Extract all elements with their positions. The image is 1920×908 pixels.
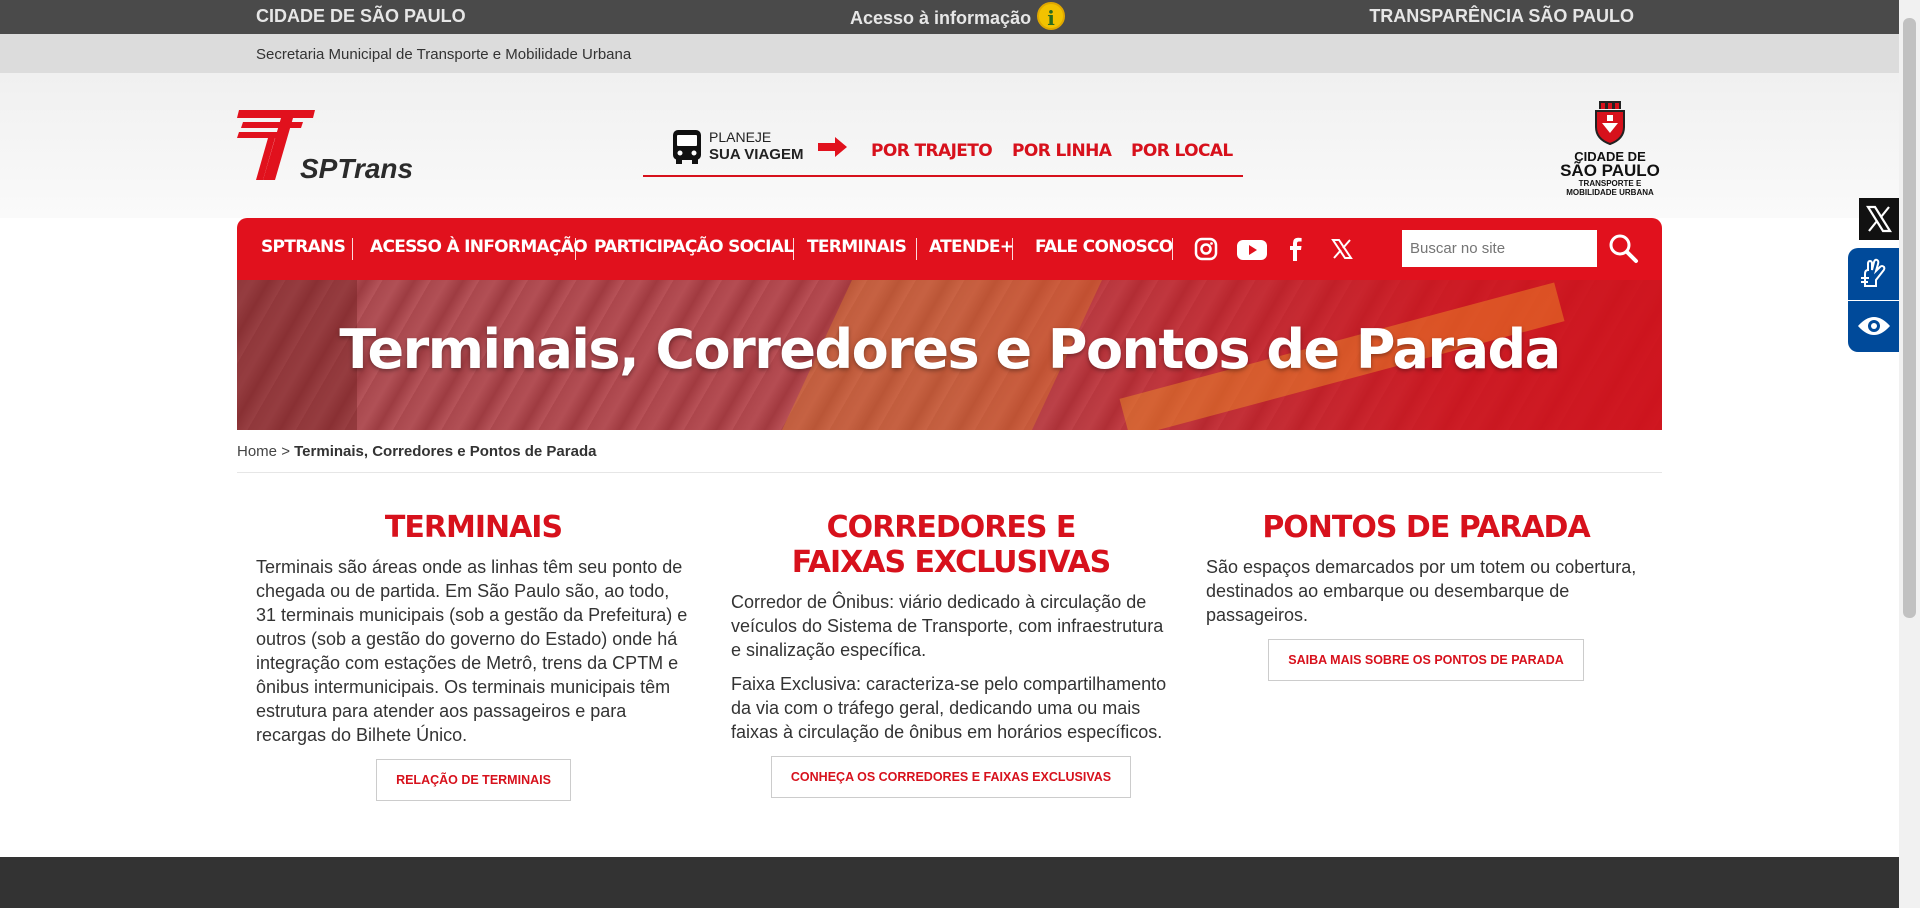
- cidade-sp-link[interactable]: CIDADE DE SÃO PAULO: [256, 6, 466, 27]
- breadcrumb-current: Terminais, Corredores e Pontos de Parada: [294, 443, 597, 460]
- secretaria-label: Secretaria Municipal de Transporte e Mob…: [256, 46, 632, 63]
- breadcrumb-home[interactable]: Home: [237, 443, 277, 460]
- por-linha-link[interactable]: POR LINHA: [1012, 141, 1112, 161]
- x-close-button[interactable]: [1859, 198, 1899, 240]
- page-banner: Terminais, Corredores e Pontos de Parada: [237, 280, 1662, 430]
- acesso-informacao-link[interactable]: Acesso à informação i: [850, 2, 1066, 30]
- crest-line3: TRANSPORTE E: [1578, 179, 1642, 188]
- sign-language-icon[interactable]: [1859, 258, 1889, 290]
- main-nav: SPTRANS ACESSO À INFORMAÇÃO PARTICIPAÇÃO…: [237, 218, 1662, 280]
- nav-separator: [575, 238, 576, 260]
- prefeitura-logo[interactable]: CIDADE DE SÃO PAULO TRANSPORTE E MOBILID…: [1555, 101, 1665, 197]
- breadcrumb-separator: >: [281, 443, 290, 460]
- pontos-parada-button[interactable]: SAIBA MAIS SOBRE OS PONTOS DE PARADA: [1268, 639, 1584, 681]
- button-wrap: CONHEÇA OS CORREDORES E FAIXAS EXCLUSIVA…: [731, 756, 1171, 798]
- section-title: TERMINAIS: [384, 510, 563, 545]
- accessibility-panel: [1848, 248, 1899, 352]
- bus-icon: [673, 130, 701, 164]
- facebook-icon[interactable]: [1282, 236, 1310, 262]
- corredores-button[interactable]: CONHEÇA OS CORREDORES E FAIXAS EXCLUSIVA…: [770, 756, 1132, 798]
- nav-item-participacao-social[interactable]: PARTICIPAÇÃO SOCIAL: [594, 237, 794, 257]
- section-text: Corredor de Ônibus: viário dedicado à ci…: [731, 592, 1164, 660]
- header: SPTrans PLANEJE SUA VIAGEM POR TRAJETO P…: [0, 73, 1899, 218]
- button-wrap: RELAÇÃO DE TERMINAIS: [256, 759, 691, 801]
- secretaria-bar: Secretaria Municipal de Transporte e Mob…: [0, 34, 1899, 73]
- section-title: CORREDORES E FAIXAS EXCLUSIVAS: [791, 510, 1112, 580]
- divider: [1848, 300, 1899, 301]
- nav-separator: [793, 238, 794, 260]
- por-trajeto-link[interactable]: POR TRAJETO: [871, 141, 993, 161]
- nav-item-terminais[interactable]: TERMINAIS: [807, 237, 907, 257]
- eye-icon[interactable]: [1857, 314, 1891, 338]
- section-text: Terminais são áreas onde as linhas têm s…: [256, 557, 688, 745]
- x-close-icon: [1866, 205, 1892, 233]
- nav-separator: [1012, 238, 1013, 260]
- crest-line2: SÃO PAULO: [1560, 161, 1660, 180]
- nav-separator: [916, 238, 917, 260]
- planeje-viagem: PLANEJE SUA VIAGEM POR TRAJETO POR LINHA…: [643, 127, 1243, 177]
- gov-bar: CIDADE DE SÃO PAULO Acesso à informação …: [0, 0, 1899, 34]
- divider: [237, 472, 1662, 473]
- relacao-terminais-button[interactable]: RELAÇÃO DE TERMINAIS: [376, 759, 571, 801]
- scrollbar[interactable]: [1899, 0, 1920, 908]
- youtube-icon[interactable]: [1236, 236, 1268, 262]
- x-icon[interactable]: [1328, 236, 1356, 262]
- crest-line4: MOBILIDADE URBANA: [1566, 188, 1654, 197]
- button-wrap: SAIBA MAIS SOBRE OS PONTOS DE PARADA: [1206, 639, 1646, 681]
- planeje-line1: PLANEJE: [709, 129, 772, 145]
- nav-item-atende[interactable]: ATENDE+: [929, 237, 1014, 257]
- nav-item-sptrans[interactable]: SPTRANS: [261, 237, 346, 257]
- search-input[interactable]: [1402, 230, 1597, 267]
- nav-separator: [1172, 238, 1173, 260]
- pontos-parada-section: PONTOS DE PARADA São espaços demarcados …: [1206, 510, 1646, 681]
- section-text: Faixa Exclusiva: caracteriza-se pelo com…: [731, 674, 1167, 742]
- corredores-section: CORREDORES E FAIXAS EXCLUSIVAS Corredor …: [731, 510, 1171, 798]
- nav-separator: [352, 238, 353, 260]
- instagram-icon[interactable]: [1192, 236, 1220, 262]
- sptrans-logo-text: SPTrans: [300, 153, 414, 184]
- acesso-informacao-label: Acesso à informação: [850, 7, 1032, 28]
- planeje-text: PLANEJE SUA VIAGEM: [709, 129, 803, 163]
- brasao-sp-icon: [1595, 101, 1625, 146]
- search-icon[interactable]: [1607, 232, 1639, 264]
- scrollbar-thumb[interactable]: [1903, 18, 1916, 618]
- footer: [0, 857, 1899, 908]
- section-text: São espaços demarcados por um totem ou c…: [1206, 557, 1637, 625]
- por-local-link[interactable]: POR LOCAL: [1131, 141, 1233, 161]
- arrow-right-icon: [818, 137, 847, 157]
- planeje-line2: SUA VIAGEM: [709, 146, 804, 163]
- breadcrumb: Home > Terminais, Corredores e Pontos de…: [237, 443, 596, 460]
- terminais-section: TERMINAIS Terminais são áreas onde as li…: [256, 510, 691, 801]
- transparencia-link[interactable]: TRANSPARÊNCIA SÃO PAULO: [1369, 6, 1634, 27]
- info-icon: i: [1037, 2, 1066, 30]
- nav-item-acesso-informacao[interactable]: ACESSO À INFORMAÇÃO: [370, 237, 588, 257]
- page-title: Terminais, Corredores e Pontos de Parada: [339, 318, 1561, 381]
- nav-item-fale-conosco[interactable]: FALE CONOSCO: [1035, 237, 1173, 257]
- section-title: PONTOS DE PARADA: [1262, 510, 1590, 545]
